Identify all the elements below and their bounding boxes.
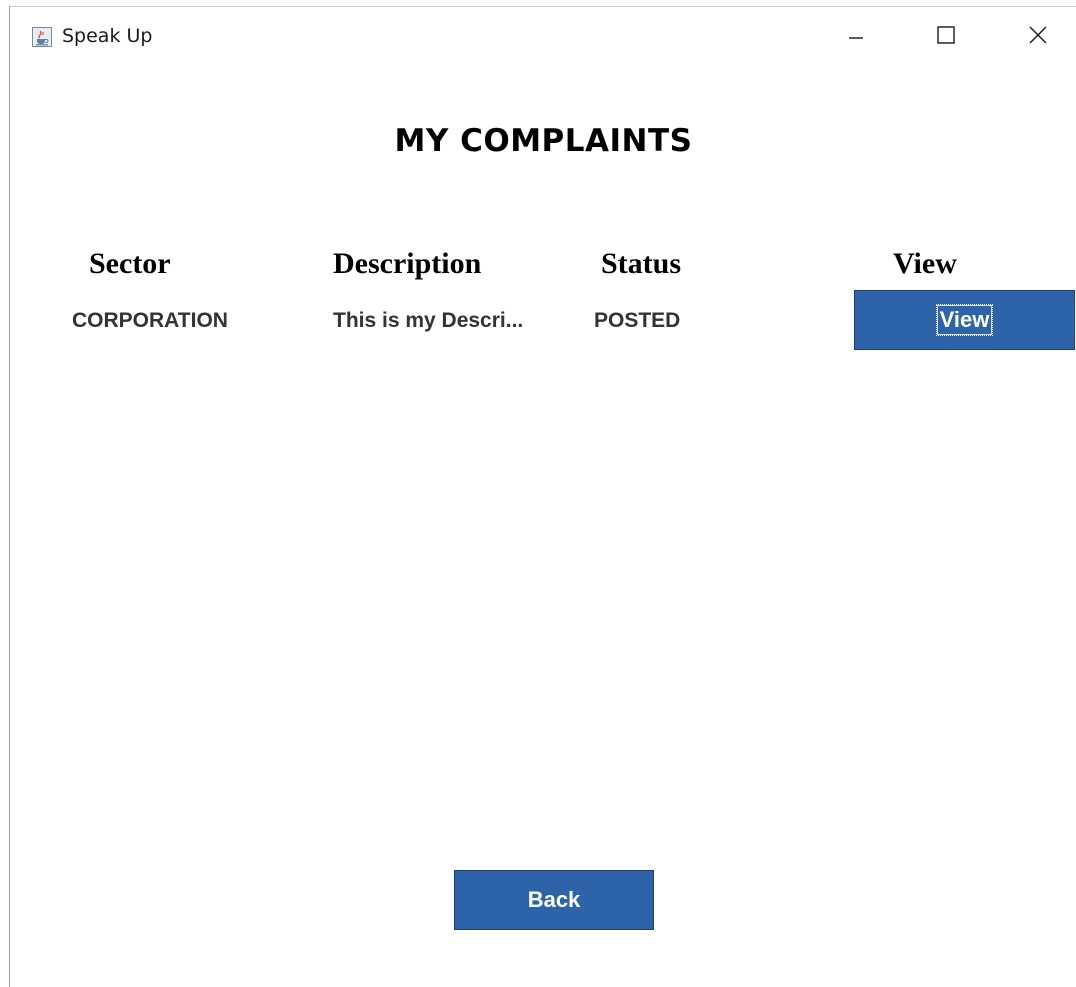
maximize-icon — [935, 24, 957, 51]
view-complaint-button[interactable]: View — [854, 290, 1075, 350]
minimize-button[interactable] — [836, 21, 876, 53]
row-status-cell: POSTED — [594, 309, 681, 332]
maximize-button[interactable] — [926, 21, 966, 53]
row-description-cell: This is my Descri... — [333, 309, 524, 332]
close-button[interactable] — [1018, 21, 1058, 53]
page-title: MY COMPLAINTS — [394, 123, 693, 159]
row-sector-cell: CORPORATION — [72, 309, 228, 332]
minimize-icon — [846, 25, 866, 50]
column-header-view: View — [893, 247, 957, 280]
title-bar[interactable]: Speak Up — [10, 7, 1076, 71]
view-button-label: View — [935, 304, 994, 336]
close-icon — [1027, 24, 1049, 51]
app-window: Speak Up MY COMPLAINTS Sector Descriptio… — [9, 6, 1076, 987]
window-title: Speak Up — [62, 25, 153, 47]
back-button[interactable]: Back — [454, 870, 654, 930]
column-header-sector: Sector — [89, 247, 171, 280]
column-header-status: Status — [601, 247, 682, 280]
java-cup-icon — [32, 27, 52, 47]
column-header-description: Description — [333, 247, 482, 280]
